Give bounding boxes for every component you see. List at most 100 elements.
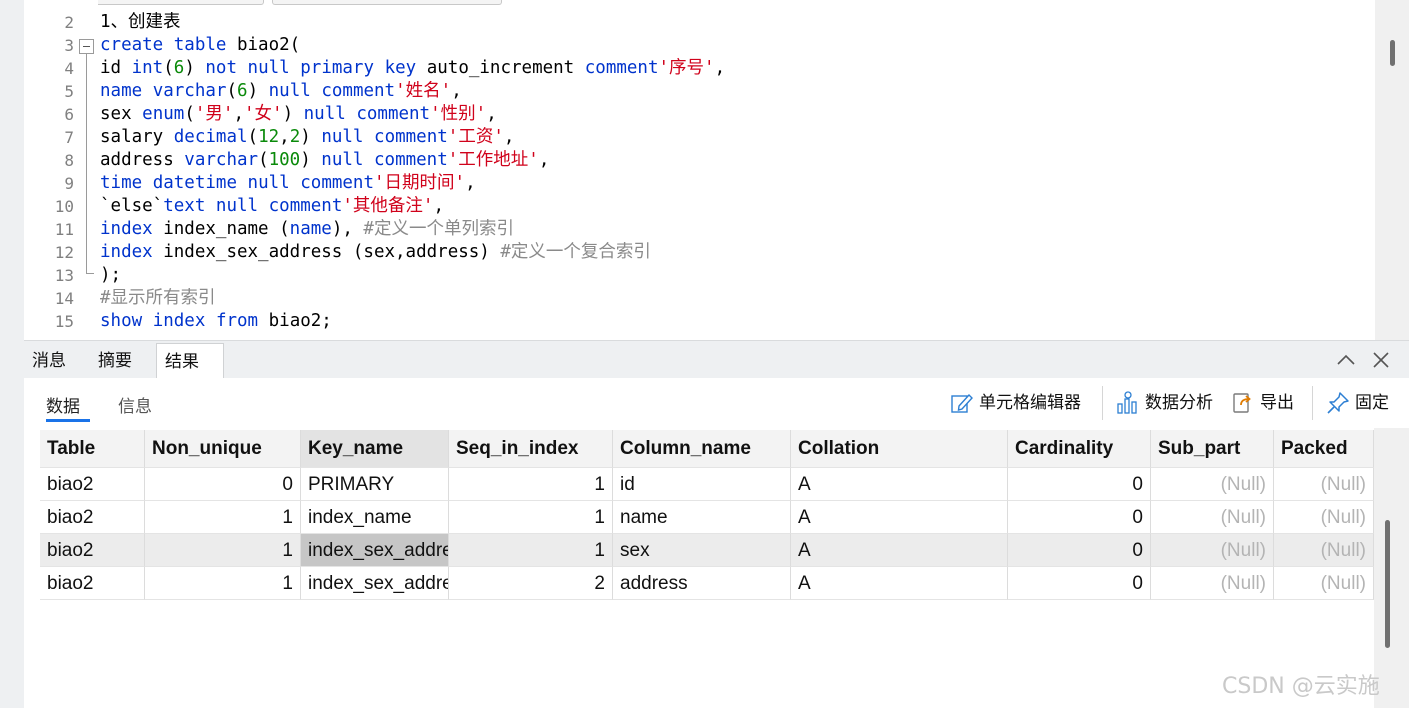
- code-token-kw: enum: [142, 104, 185, 124]
- table-cell[interactable]: 1: [449, 501, 613, 534]
- table-cell[interactable]: (Null): [1274, 567, 1374, 600]
- table-cell[interactable]: 1: [449, 468, 613, 501]
- code-line[interactable]: show index from biao2;: [100, 310, 332, 333]
- code-line[interactable]: #显示所有索引: [100, 287, 216, 310]
- fold-toggle-icon[interactable]: [79, 39, 94, 54]
- table-cell[interactable]: (Null): [1151, 501, 1274, 534]
- table-cell[interactable]: 1: [145, 567, 301, 600]
- code-line[interactable]: time datetime null comment'日期时间',: [100, 172, 476, 195]
- code-line[interactable]: sex enum('男','女') null comment'性别',: [100, 103, 497, 126]
- table-cell[interactable]: (Null): [1151, 468, 1274, 501]
- table-cell[interactable]: address: [613, 567, 791, 600]
- column-header-non-unique[interactable]: Non_unique: [145, 430, 301, 468]
- tab-data[interactable]: 数据: [46, 392, 80, 417]
- code-token: );: [100, 265, 122, 285]
- tab-messages[interactable]: 消息: [24, 343, 84, 379]
- code-token: ,: [433, 196, 445, 216]
- column-header-collation[interactable]: Collation: [791, 430, 1008, 468]
- code-token-kw: null: [268, 81, 311, 101]
- code-token-kw: comment: [321, 81, 396, 101]
- table-cell[interactable]: index_sex_address: [301, 567, 449, 600]
- line-number: 11: [54, 220, 74, 239]
- grid-scrollbar[interactable]: [1374, 428, 1409, 708]
- column-header-key-name[interactable]: Key_name: [301, 430, 449, 468]
- code-token: (: [247, 127, 259, 147]
- table-cell[interactable]: biao2: [40, 534, 145, 567]
- export-button[interactable]: 导出: [1231, 390, 1311, 416]
- table-cell[interactable]: 0: [1008, 468, 1151, 501]
- code-token-kw: datetime: [152, 173, 237, 193]
- table-cell[interactable]: index_sex_address: [301, 534, 449, 567]
- code-line[interactable]: );: [100, 264, 121, 287]
- code-token-kw: time: [100, 173, 143, 193]
- table-cell[interactable]: biao2: [40, 567, 145, 600]
- table-cell[interactable]: 1: [145, 501, 301, 534]
- editor-scrollbar[interactable]: [1375, 0, 1409, 340]
- cell-editor-button[interactable]: 单元格编辑器: [950, 390, 1120, 416]
- table-cell[interactable]: PRIMARY: [301, 468, 449, 501]
- code-token-num: 6: [173, 58, 185, 78]
- code-token: ,: [538, 150, 550, 170]
- pin-button[interactable]: 固定: [1326, 390, 1406, 416]
- table-cell[interactable]: (Null): [1274, 501, 1374, 534]
- table-cell[interactable]: (Null): [1151, 534, 1274, 567]
- grid-scrollbar-thumb[interactable]: [1385, 520, 1390, 648]
- table-cell[interactable]: 1: [145, 534, 301, 567]
- table-cell[interactable]: biao2: [40, 501, 145, 534]
- code-line[interactable]: create table biao2(: [100, 34, 300, 57]
- code-line[interactable]: salary decimal(12,2) null comment'工资',: [100, 126, 514, 149]
- table-cell[interactable]: A: [791, 501, 1008, 534]
- tab-summary[interactable]: 摘要: [90, 343, 148, 379]
- code-token-str: '工资': [447, 127, 504, 147]
- table-cell[interactable]: biao2: [40, 468, 145, 501]
- column-header-cardinality[interactable]: Cardinality: [1008, 430, 1151, 468]
- code-line[interactable]: address varchar(100) null comment'工作地址',: [100, 149, 549, 172]
- close-icon[interactable]: [1372, 351, 1390, 369]
- column-header-sub-part[interactable]: Sub_part: [1151, 430, 1274, 468]
- code-token-kw: comment: [584, 58, 659, 78]
- code-line[interactable]: id int(6) not null primary key auto_incr…: [100, 57, 725, 80]
- code-line[interactable]: index index_sex_address (sex,address) #定…: [100, 241, 651, 264]
- result-grid[interactable]: Table Non_unique Key_name Seq_in_index Colum…: [24, 428, 1374, 708]
- table-cell[interactable]: 0: [1008, 534, 1151, 567]
- table-cell[interactable]: 0: [1008, 501, 1151, 534]
- table-cell[interactable]: (Null): [1274, 468, 1374, 501]
- table-cell[interactable]: A: [791, 534, 1008, 567]
- line-number: 7: [64, 128, 74, 147]
- code-token-kw: comment: [356, 104, 431, 124]
- table-cell[interactable]: 0: [1008, 567, 1151, 600]
- line-number: 13: [54, 266, 74, 285]
- line-number: 15: [54, 312, 74, 331]
- chevron-up-icon[interactable]: [1336, 352, 1356, 366]
- column-header-column-name[interactable]: Column_name: [613, 430, 791, 468]
- tab-info[interactable]: 信息: [118, 392, 152, 417]
- table-cell[interactable]: 2: [449, 567, 613, 600]
- code-line[interactable]: name varchar(6) null comment'姓名',: [100, 80, 462, 103]
- table-cell[interactable]: id: [613, 468, 791, 501]
- table-cell[interactable]: index_name: [301, 501, 449, 534]
- column-header-packed[interactable]: Packed: [1274, 430, 1374, 468]
- line-number: 8: [64, 151, 74, 170]
- code-line[interactable]: index index_name (name), #定义一个单列索引: [100, 218, 514, 241]
- cell-editor-label: 单元格编辑器: [979, 393, 1081, 413]
- editor-scrollbar-thumb[interactable]: [1390, 40, 1395, 66]
- column-header-seq-in-index[interactable]: Seq_in_index: [449, 430, 613, 468]
- table-cell[interactable]: (Null): [1151, 567, 1274, 600]
- table-cell[interactable]: 1: [449, 534, 613, 567]
- column-header-table[interactable]: Table: [40, 430, 145, 468]
- table-cell[interactable]: A: [791, 468, 1008, 501]
- sql-editor[interactable]: 2 1、创建表 3 create table biao2(4 id int(6) not…: [0, 0, 1409, 340]
- data-analysis-button[interactable]: 数据分析: [1116, 390, 1226, 416]
- export-label: 导出: [1260, 393, 1294, 413]
- tab-result-1[interactable]: 结果 1: [156, 343, 224, 408]
- table-cell[interactable]: sex: [613, 534, 791, 567]
- code-line[interactable]: 1、创建表: [100, 11, 181, 34]
- table-cell[interactable]: name: [613, 501, 791, 534]
- table-cell[interactable]: (Null): [1274, 534, 1374, 567]
- table-cell[interactable]: 0: [145, 468, 301, 501]
- table-cell[interactable]: A: [791, 567, 1008, 600]
- code-line[interactable]: `else`text null comment'其他备注',: [100, 195, 444, 218]
